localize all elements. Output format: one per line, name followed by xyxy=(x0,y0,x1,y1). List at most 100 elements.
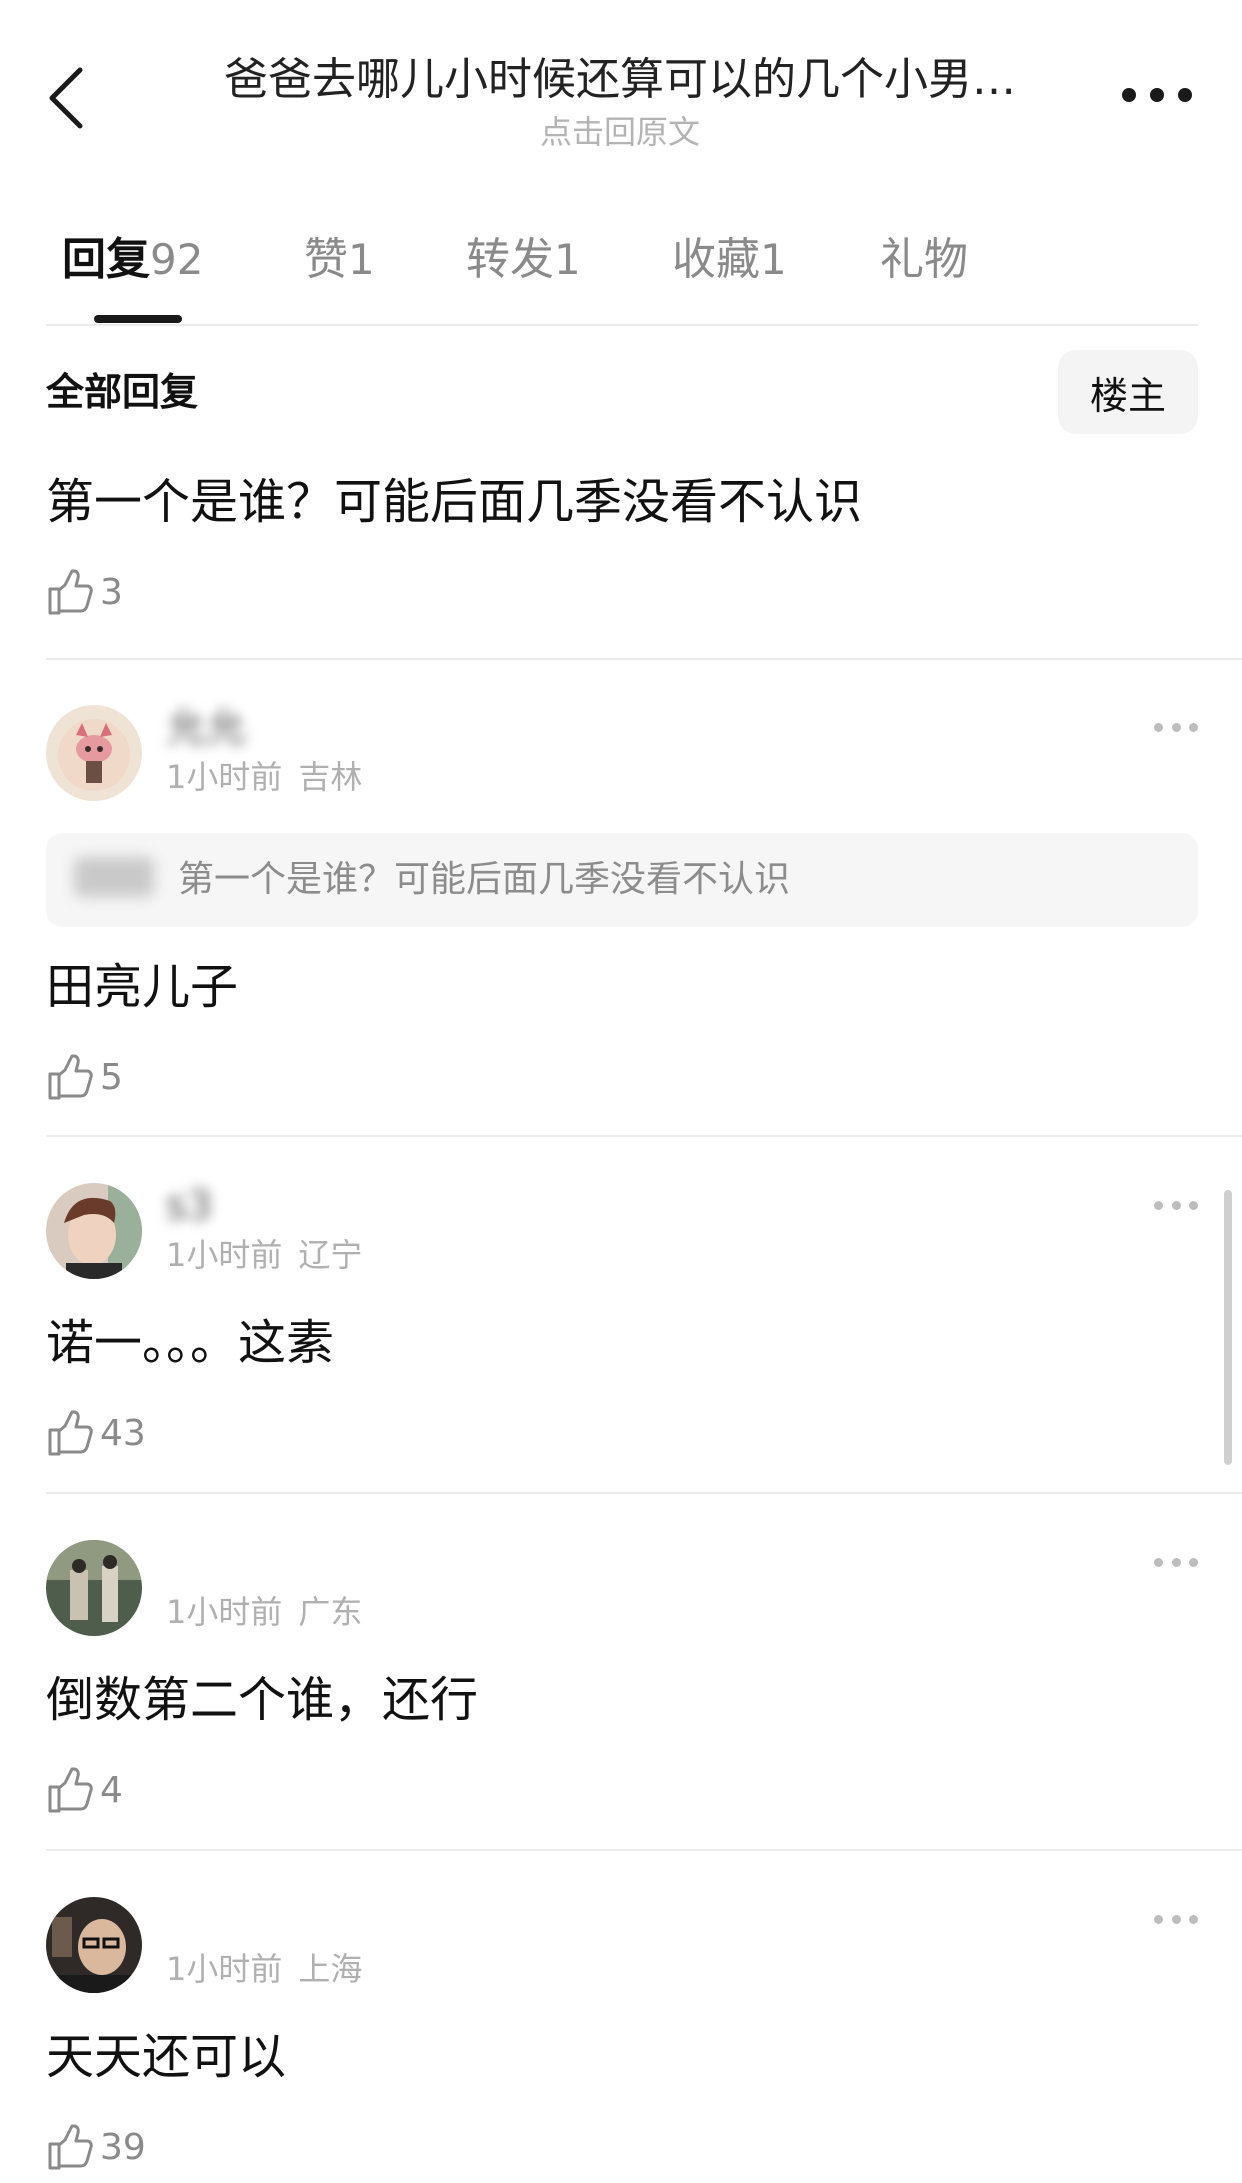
reply-text: 诺一。。。这素 xyxy=(46,1315,335,1371)
more-dot xyxy=(1171,1200,1181,1210)
more-dot xyxy=(1150,88,1164,102)
comment-text: 第一个是谁？可能后面几季没看不认识 xyxy=(46,474,863,530)
like-button[interactable]: 5 xyxy=(46,1049,1198,1105)
reply-meta: 1小时前 上海 xyxy=(166,1947,362,1991)
reply-location: 上海 xyxy=(298,1950,363,1988)
divider xyxy=(46,1492,1242,1494)
tab-replies[interactable]: 回复92 xyxy=(62,220,203,300)
like-count: 43 xyxy=(100,1412,146,1454)
tab-label: 转发 xyxy=(466,234,554,285)
reply-time: 1小时前 xyxy=(166,1593,283,1631)
avatar[interactable] xyxy=(46,1897,142,1993)
reply-time: 1小时前 xyxy=(166,1236,283,1274)
tab-favorites[interactable]: 收藏1 xyxy=(672,220,787,300)
thumbs-up-icon xyxy=(48,1054,93,1100)
scrollbar[interactable] xyxy=(1224,1190,1232,1465)
reply-location: 广东 xyxy=(298,1593,363,1631)
tab-label: 礼物 xyxy=(880,234,968,285)
more-horizontal-icon xyxy=(1122,88,1136,102)
avatar[interactable] xyxy=(46,705,142,801)
more-dot xyxy=(1189,1200,1198,1210)
thumbs-up-icon xyxy=(48,569,93,615)
avatar[interactable] xyxy=(46,1540,142,1636)
reply-meta: 1小时前 辽宁 xyxy=(166,1233,362,1277)
more-horizontal-icon xyxy=(1154,1557,1163,1567)
divider xyxy=(46,1135,1242,1137)
section-header: 全部回复 楼主 xyxy=(46,350,1198,434)
reply-body: 天天还可以 39 xyxy=(46,2025,1198,2175)
more-dot xyxy=(1189,1914,1198,1924)
tab-count: 1 xyxy=(554,235,581,284)
like-button[interactable]: 39 xyxy=(46,2119,1198,2175)
avatar[interactable] xyxy=(46,1183,142,1279)
quoted-text: 第一个是谁？可能后面几季没看不认识 xyxy=(178,859,791,900)
divider xyxy=(46,658,1242,660)
avatar-image xyxy=(46,1183,142,1279)
avatar-image xyxy=(46,1540,142,1636)
avatar-image xyxy=(46,1897,142,1993)
like-count: 39 xyxy=(100,2126,146,2168)
more-dot xyxy=(1171,1914,1181,1924)
thumbs-up-icon xyxy=(48,1410,93,1456)
avatar-image xyxy=(46,705,142,801)
tab-likes[interactable]: 赞1 xyxy=(304,220,375,300)
like-button[interactable]: 3 xyxy=(46,564,1198,620)
more-dot xyxy=(1189,1557,1198,1567)
reply-more-button[interactable] xyxy=(1154,1199,1198,1211)
reply-location: 辽宁 xyxy=(298,1236,363,1274)
reply-text: 倒数第二个谁，还行 xyxy=(46,1672,479,1728)
tab-reposts[interactable]: 转发1 xyxy=(466,220,581,300)
reply-body: 诺一。。。这素 43 xyxy=(46,1311,1198,1461)
quoted-comment[interactable]: 第一个是谁？可能后面几季没看不认识 xyxy=(46,833,1198,927)
like-count: 4 xyxy=(100,1769,123,1811)
divider xyxy=(46,1849,1242,1851)
chevron-left-icon xyxy=(49,67,83,129)
back-to-original-link[interactable]: 点击回原文 xyxy=(180,110,1060,154)
tab-label: 赞 xyxy=(304,234,348,285)
like-count: 5 xyxy=(100,1056,123,1098)
more-dot xyxy=(1171,722,1181,732)
top-bar: 爸爸去哪儿小时候还算可以的几个小男… 点击回原文 xyxy=(0,0,1242,190)
page-title: 爸爸去哪儿小时候还算可以的几个小男… xyxy=(224,54,1016,105)
title-block[interactable]: 爸爸去哪儿小时候还算可以的几个小男… 点击回原文 xyxy=(180,52,1060,154)
reply-location: 吉林 xyxy=(298,758,363,796)
more-dot xyxy=(1171,1557,1181,1567)
more-horizontal-icon xyxy=(1154,722,1163,732)
reply-text: 田亮儿子 xyxy=(46,959,239,1015)
tab-count: 1 xyxy=(760,235,787,284)
reply-body: 田亮儿子 5 xyxy=(46,955,1198,1105)
tab-count: 1 xyxy=(348,235,375,284)
tab-label: 回复 xyxy=(62,234,150,285)
reply-time: 1小时前 xyxy=(166,1950,283,1988)
back-button[interactable] xyxy=(36,58,96,138)
reply-meta: 1小时前 广东 xyxy=(166,1590,362,1634)
divider xyxy=(46,324,1198,326)
reply-more-button[interactable] xyxy=(1154,1556,1198,1568)
more-horizontal-icon xyxy=(1154,1200,1163,1210)
reply-more-button[interactable] xyxy=(1154,1913,1198,1925)
reply-text: 天天还可以 xyxy=(46,2029,287,2085)
reply-body: 倒数第二个谁，还行 4 xyxy=(46,1668,1198,1818)
tab-label: 收藏 xyxy=(672,234,760,285)
tab-gifts[interactable]: 礼物 xyxy=(880,220,968,300)
more-dot xyxy=(1189,722,1198,732)
more-dot xyxy=(1178,88,1192,102)
like-count: 3 xyxy=(100,571,123,613)
more-horizontal-icon xyxy=(1154,1914,1163,1924)
username[interactable]: s3 xyxy=(166,1181,212,1231)
section-title: 全部回复 xyxy=(46,370,199,414)
username[interactable]: 允允 xyxy=(166,703,246,753)
tab-count: 92 xyxy=(150,235,204,284)
like-button[interactable]: 4 xyxy=(46,1762,1198,1818)
like-button[interactable]: 43 xyxy=(46,1405,1198,1461)
reply-more-button[interactable] xyxy=(1154,721,1198,733)
quoted-username xyxy=(74,857,154,897)
reply-time: 1小时前 xyxy=(166,758,283,796)
tab-bar: 回复92 赞1 转发1 收藏1 礼物 xyxy=(46,220,1196,330)
more-button[interactable] xyxy=(1122,80,1192,110)
main-comment: 第一个是谁？可能后面几季没看不认识 3 xyxy=(46,470,1198,620)
reply-meta: 1小时前 吉林 xyxy=(166,755,362,799)
op-filter-button[interactable]: 楼主 xyxy=(1058,350,1198,434)
thumbs-up-icon xyxy=(48,2124,93,2170)
active-tab-indicator xyxy=(94,315,182,323)
